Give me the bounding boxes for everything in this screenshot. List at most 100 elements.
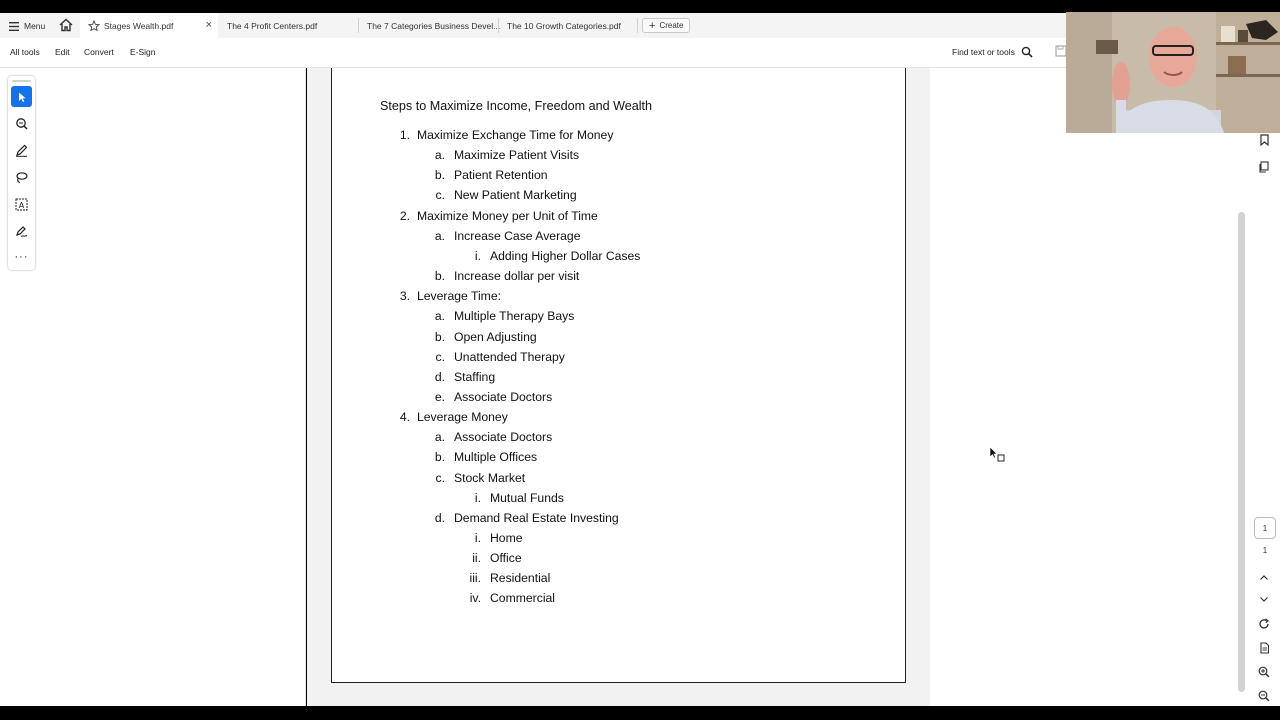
svg-text:A: A: [19, 201, 25, 210]
tab-stages-wealth[interactable]: Stages Wealth.pdf ×: [80, 13, 218, 38]
esign-button[interactable]: E-Sign: [130, 47, 156, 57]
current-page-input[interactable]: 1: [1254, 517, 1276, 539]
pen-icon: [16, 144, 28, 157]
list-item-text: Maximize Patient Visits: [454, 148, 580, 163]
find-label: Find text or tools: [952, 47, 1015, 57]
list-item-text: Mutual Funds: [490, 490, 564, 505]
refresh-icon: [1259, 618, 1269, 629]
home-button[interactable]: [58, 17, 74, 33]
tab-divider: [637, 18, 638, 33]
menu-button[interactable]: Menu: [9, 18, 45, 34]
more-icon: ···: [14, 250, 29, 263]
draw-tool[interactable]: [11, 140, 32, 161]
next-page-button[interactable]: [1257, 592, 1271, 606]
star-icon[interactable]: [88, 19, 100, 32]
scrollbar-thumb[interactable]: [1238, 212, 1245, 692]
list-item-text: Multiple Offices: [454, 450, 538, 465]
list-item-text: Maximize Money per Unit of Time: [417, 208, 598, 223]
list-marker: 1.: [399, 128, 410, 142]
list-item-text: Adding Higher Dollar Cases: [490, 248, 641, 263]
tab-4-profit-centers[interactable]: The 4 Profit Centers.pdf: [219, 13, 317, 38]
list-item-text: Maximize Exchange Time for Money: [417, 128, 614, 142]
copy-pages-icon: [1259, 161, 1269, 173]
zoom-in-icon: [1258, 666, 1270, 678]
all-tools-button[interactable]: All tools: [10, 47, 40, 57]
document-icon: [1259, 642, 1269, 654]
chevron-up-icon: [1260, 574, 1268, 580]
list-marker: i.: [474, 490, 481, 505]
list-marker: d.: [434, 369, 445, 384]
list-marker: 4.: [399, 410, 410, 425]
hamburger-icon: [9, 21, 19, 31]
tab-label: The 7 Categories Business Devel...: [367, 20, 501, 31]
list-marker: d.: [434, 510, 445, 525]
tab-10-growth-categories[interactable]: The 10 Growth Categories.pdf: [499, 13, 621, 38]
text-recognition-tool[interactable]: A: [11, 194, 32, 215]
zoom-out-button[interactable]: [1257, 689, 1271, 703]
list-marker: b.: [434, 450, 445, 465]
list-marker: iv.: [469, 591, 481, 606]
list-marker: a.: [434, 430, 445, 445]
total-pages: 1: [1262, 546, 1268, 555]
text-recognize-icon: A: [15, 198, 28, 211]
list-item-text: Associate Doctors: [454, 430, 553, 445]
more-tools[interactable]: ···: [11, 246, 32, 267]
chevron-down-icon: [1260, 596, 1268, 602]
sign-tool[interactable]: [11, 221, 32, 242]
close-tab-icon[interactable]: ×: [206, 20, 212, 31]
right-panel: [930, 68, 1280, 706]
page-thumbnails-button[interactable]: [1257, 160, 1271, 174]
list-item-text: Increase dollar per visit: [454, 269, 580, 284]
mouse-cursor-icon: [989, 446, 1005, 462]
bookmark-button[interactable]: [1257, 133, 1271, 147]
list-item-text: Demand Real Estate Investing: [454, 510, 619, 525]
quick-tools-rail: A ···: [8, 76, 35, 270]
edit-button[interactable]: Edit: [55, 47, 70, 57]
list-item-text: Commercial: [490, 591, 556, 606]
select-tool[interactable]: [11, 86, 32, 107]
home-icon: [59, 18, 73, 32]
zoom-comment-icon: [16, 118, 28, 130]
pdf-page: Steps to Maximize Income, Freedom and We…: [331, 68, 906, 683]
list-marker: 3.: [399, 289, 410, 304]
list-marker: ii.: [472, 551, 481, 566]
list-item-text: Leverage Money: [417, 410, 508, 425]
find-text-or-tools[interactable]: Find text or tools: [952, 46, 1033, 58]
sign-icon: [16, 226, 28, 237]
list-item-text: Leverage Time:: [417, 289, 502, 304]
list-item-text: Office: [490, 551, 522, 566]
plus-icon: +: [649, 19, 656, 32]
list-marker: iii.: [469, 571, 481, 586]
list-marker: c.: [435, 188, 445, 203]
zoom-in-button[interactable]: [1257, 665, 1271, 679]
create-button[interactable]: + Create: [642, 18, 691, 33]
lasso-tool[interactable]: [11, 167, 32, 188]
left-panel: [0, 68, 306, 706]
list-marker: a.: [434, 148, 445, 163]
zoom-out-icon: [1258, 690, 1270, 702]
lasso-icon: [16, 172, 28, 184]
tab-label: The 10 Growth Categories.pdf: [507, 20, 621, 31]
tab-label: The 4 Profit Centers.pdf: [227, 20, 318, 31]
menu-label: Menu: [24, 21, 46, 31]
list-marker: i.: [474, 248, 481, 263]
page-document-button[interactable]: [1257, 641, 1271, 655]
list-marker: c.: [435, 470, 445, 485]
document-title: Steps to Maximize Income, Freedom and We…: [380, 99, 653, 113]
list-marker: i.: [474, 531, 481, 545]
list-item-text: New Patient Marketing: [454, 188, 577, 203]
comment-tool[interactable]: [11, 113, 32, 134]
create-label: Create: [659, 21, 684, 30]
rail-grip[interactable]: [12, 80, 31, 82]
list-item-text: Increase Case Average: [454, 228, 581, 243]
list-item-text: Open Adjusting: [454, 329, 537, 344]
convert-button[interactable]: Convert: [84, 47, 114, 57]
list-item-text: Home: [490, 531, 523, 545]
refresh-button[interactable]: [1257, 617, 1271, 631]
select-tool-icon: [18, 92, 26, 102]
previous-page-button[interactable]: [1257, 570, 1271, 584]
tab-label: Stages Wealth.pdf: [104, 20, 174, 31]
tab-7-categories[interactable]: The 7 Categories Business Devel...: [359, 13, 500, 38]
list-marker: a.: [434, 228, 445, 243]
list-marker: b.: [434, 269, 445, 284]
